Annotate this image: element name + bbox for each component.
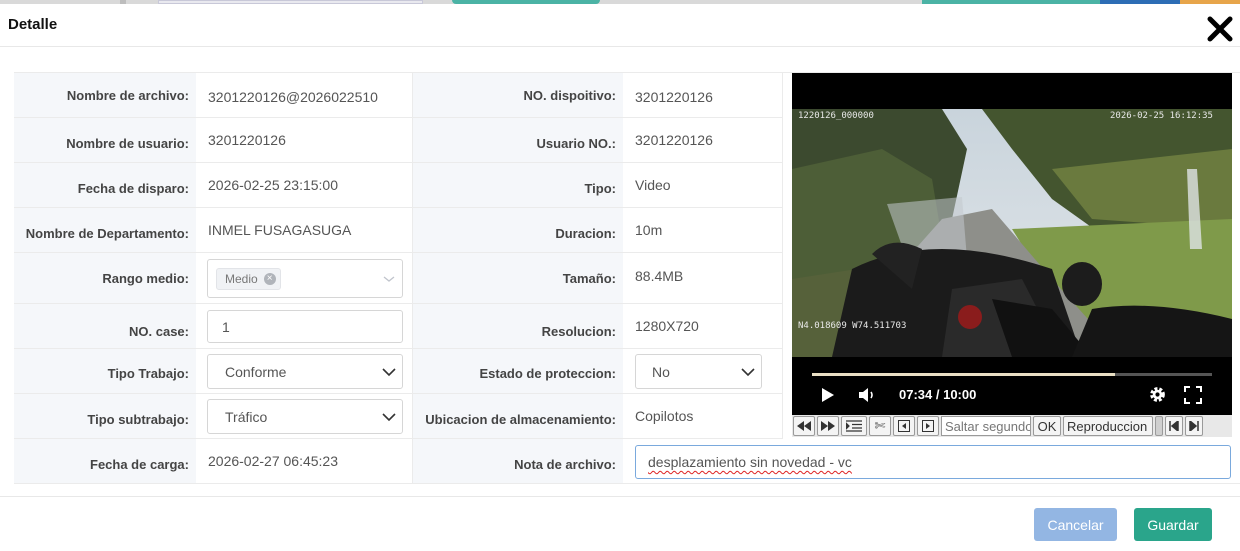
video-frame xyxy=(792,109,1232,357)
dialog-footer: Cancelar Guardar xyxy=(0,496,1240,551)
value-fecha-carga: 2026-02-27 06:45:23 xyxy=(196,439,413,484)
prev-frame-button[interactable] xyxy=(893,416,915,436)
video-time: 07:34 / 10:00 xyxy=(899,387,977,402)
playlist-button[interactable] xyxy=(841,416,867,436)
skip-start-icon xyxy=(1169,421,1179,431)
osd-camera-id: 1220126_000000 xyxy=(798,111,874,121)
play-icon[interactable] xyxy=(821,387,835,403)
label-tipo: Tipo: xyxy=(413,163,623,208)
cancel-button[interactable]: Cancelar xyxy=(1034,508,1117,541)
next-frame-icon xyxy=(922,420,934,432)
label-nombre-archivo: Nombre de archivo: xyxy=(14,73,196,118)
ok-button[interactable]: OK xyxy=(1033,416,1061,436)
video-progress-fill xyxy=(812,373,1115,376)
rango-medio-select[interactable]: Medio × xyxy=(207,259,403,298)
toolbar-scroll-handle[interactable] xyxy=(1155,416,1163,436)
tipo-trabajo-value: Conforme xyxy=(225,363,287,380)
label-no-dispositivo: NO. dispoitivo: xyxy=(413,73,623,118)
nota-input[interactable]: desplazamiento sin novedad - vc xyxy=(635,445,1231,479)
osd-coordinates: N4.018609 W74.511703 xyxy=(798,321,907,331)
fast-forward-button[interactable] xyxy=(817,416,839,436)
value-tamano: 88.4MB xyxy=(623,253,783,304)
label-fecha-carga: Fecha de carga: xyxy=(14,439,196,484)
volume-icon[interactable] xyxy=(858,387,876,403)
value-departamento: INMEL FUSAGASUGA xyxy=(196,208,413,253)
value-nombre-usuario: 3201220126 xyxy=(196,118,413,163)
value-duracion: 10m xyxy=(623,208,783,253)
label-usuario-no: Usuario NO.: xyxy=(413,118,623,163)
label-departamento: Nombre de Departamento: xyxy=(14,208,196,253)
rango-medio-tag-label: Medio xyxy=(225,271,258,286)
chevron-down-icon xyxy=(383,275,395,282)
label-no-case: NO. case: xyxy=(14,304,196,349)
skip-end-icon xyxy=(1189,421,1199,431)
chevron-down-icon xyxy=(382,367,396,376)
value-nombre-archivo: 3201220126@2026022510 xyxy=(196,73,413,118)
tipo-trabajo-select[interactable]: Conforme xyxy=(207,354,403,389)
gear-icon[interactable] xyxy=(1148,385,1167,404)
seek-seconds-input[interactable]: Saltar segundos xyxy=(941,416,1031,436)
rewind-icon xyxy=(797,421,811,431)
last-button[interactable] xyxy=(1185,416,1203,436)
fast-forward-icon xyxy=(821,421,835,431)
value-ubicacion: Copilotos xyxy=(623,394,783,439)
rango-medio-tag: Medio × xyxy=(216,267,281,290)
value-fecha-disparo: 2026-02-25 23:15:00 xyxy=(196,163,413,208)
rewind-button[interactable] xyxy=(793,416,815,436)
nota-value: desplazamiento sin novedad - vc xyxy=(648,454,852,470)
video-player[interactable]: 1220126_000000 2026-02-25 16:12:35 N4.01… xyxy=(792,73,1232,415)
label-ubicacion: Ubicacion de almacenamiento: xyxy=(413,394,623,439)
no-case-input[interactable]: 1 xyxy=(207,310,403,343)
prev-frame-icon xyxy=(898,420,910,432)
value-tipo: Video xyxy=(623,163,783,208)
dialog-title: Detalle xyxy=(8,16,58,33)
tag-remove-icon[interactable]: × xyxy=(263,272,276,285)
value-usuario-no: 3201220126 xyxy=(623,118,783,163)
chevron-down-icon xyxy=(382,412,396,421)
fullscreen-icon[interactable] xyxy=(1184,386,1202,404)
video-progress-bar[interactable] xyxy=(812,373,1212,376)
label-nota: Nota de archivo: xyxy=(413,439,623,484)
cut-button[interactable]: ✄ xyxy=(869,416,891,436)
label-estado-proteccion: Estado de proteccion: xyxy=(413,349,623,394)
label-resolucion: Resolucion: xyxy=(413,304,623,349)
dialog-header: Detalle xyxy=(0,4,1240,47)
label-tipo-trabajo: Tipo Trabajo: xyxy=(14,349,196,394)
estado-proteccion-select[interactable]: No xyxy=(635,354,762,389)
label-tamano: Tamaño: xyxy=(413,253,623,304)
label-rango-medio: Rango medio: xyxy=(14,253,196,304)
label-tipo-subtrabajo: Tipo subtrabajo: xyxy=(14,394,196,439)
video-toolbar: ✄ Saltar segundos OK Reproduccion xyxy=(792,415,1232,437)
label-nombre-usuario: Nombre de usuario: xyxy=(14,118,196,163)
playback-button[interactable]: Reproduccion xyxy=(1063,416,1153,436)
first-button[interactable] xyxy=(1165,416,1183,436)
value-no-dispositivo: 3201220126 xyxy=(623,73,783,118)
tipo-subtrabajo-value: Tráfico xyxy=(225,408,268,425)
osd-timestamp: 2026-02-25 16:12:35 xyxy=(1110,111,1213,121)
next-frame-button[interactable] xyxy=(917,416,939,436)
value-resolucion: 1280X720 xyxy=(623,304,783,349)
save-button[interactable]: Guardar xyxy=(1134,508,1212,541)
list-indent-icon xyxy=(846,420,862,432)
label-fecha-disparo: Fecha de disparo: xyxy=(14,163,196,208)
chevron-down-icon xyxy=(741,367,755,376)
tipo-subtrabajo-select[interactable]: Tráfico xyxy=(207,399,403,434)
scissors-icon: ✄ xyxy=(874,418,886,433)
video-controls: 07:34 / 10:00 xyxy=(792,357,1232,415)
label-duracion: Duracion: xyxy=(413,208,623,253)
close-icon[interactable] xyxy=(1205,14,1235,44)
estado-proteccion-value: No xyxy=(652,363,670,380)
